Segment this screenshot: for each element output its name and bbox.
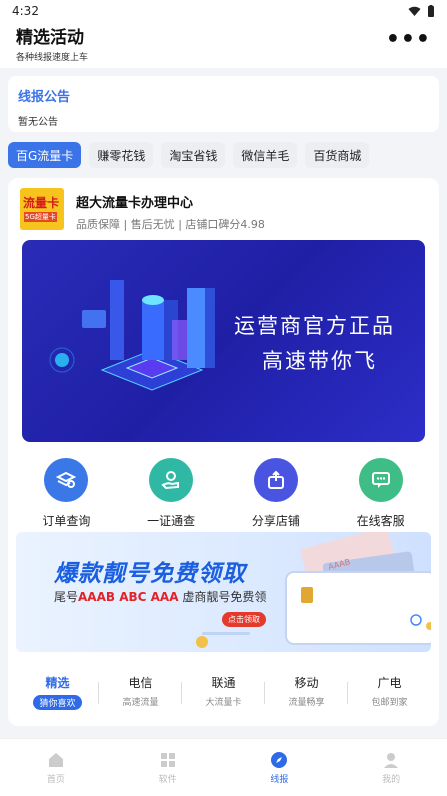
quick-action-id-check[interactable]: 一证通查 <box>126 458 216 532</box>
operator-tab-sub: 高速流量 <box>122 698 159 708</box>
user-icon <box>384 752 399 768</box>
promo-banner[interactable]: 爆款靓号免费领取 尾号AAAB ABC AAA 虚商靓号免费领 点击领取 AAA… <box>16 532 431 652</box>
hero-banner[interactable]: 运营商官方正品 高速带你飞 <box>22 240 425 442</box>
quick-action-label: 在线客服 <box>356 514 405 528</box>
quick-action-label: 订单查询 <box>42 514 91 528</box>
more-options-button[interactable]: ••• <box>386 29 431 51</box>
shop-logo-text: 流量卡 <box>23 196 60 210</box>
nav-deals[interactable]: 线报 <box>224 739 336 796</box>
operator-tab-mobile[interactable]: 移动 流量畅享 <box>265 674 348 710</box>
category-tab-mall[interactable]: 百货商城 <box>305 142 370 168</box>
page-title: 精选活动 <box>16 28 84 48</box>
share-box-icon <box>253 458 298 502</box>
promo-subtitle: 尾号AAAB ABC AAA 虚商靓号免费领 <box>54 588 266 605</box>
banner-line-2: 高速带你飞 <box>262 349 377 373</box>
promo-title: 爆款靓号免费领取 <box>54 561 246 587</box>
page-subtitle: 各种线报速度上车 <box>16 53 89 63</box>
operator-tab-name: 广电 <box>377 676 402 690</box>
shop-card: 流量卡 5G超量卡 超大流量卡办理中心 品质保障 | 售后无忧 | 店铺口碑分4… <box>8 178 439 726</box>
operator-tab-broadcast[interactable]: 广电 包邮到家 <box>348 674 431 710</box>
quick-actions: 订单查询 一证通查 分享店铺 在线客服 <box>8 442 439 532</box>
app-bar: 精选活动 各种线报速度上车 ••• <box>0 22 447 68</box>
promo-sub-prefix: 尾号 <box>54 590 79 604</box>
operator-tab-sub: 猜你喜欢 <box>33 695 82 710</box>
operator-tab-sub: 包邮到家 <box>371 698 408 708</box>
shop-name: 超大流量卡办理中心 <box>76 196 194 211</box>
hand-card-icon <box>149 458 194 502</box>
nav-label: 首页 <box>46 774 65 785</box>
nav-label: 线报 <box>270 774 289 785</box>
promo-sub-codes: AAAB ABC AAA <box>78 590 179 604</box>
category-tab-taobao-save[interactable]: 淘宝省钱 <box>161 142 226 168</box>
promo-claim-button[interactable]: 点击领取 <box>222 612 266 627</box>
operator-tab-sub: 大流量卡 <box>205 698 242 708</box>
grid-icon <box>160 752 175 767</box>
status-time: 4:32 <box>12 4 39 18</box>
promo-card-text-2: ABC <box>338 582 359 593</box>
shop-logo-subtext: 5G超量卡 <box>24 212 57 222</box>
shop-meta: 品质保障 | 售后无忧 | 店铺口碑分4.98 <box>76 218 265 231</box>
quick-action-share-shop[interactable]: 分享店铺 <box>231 458 321 532</box>
quick-action-order-query[interactable]: 订单查询 <box>21 458 111 532</box>
operator-tab-name: 移动 <box>294 676 319 690</box>
notice-text: 暂无公告 <box>18 117 58 128</box>
operator-tab-featured[interactable]: 精选 猜你喜欢 <box>16 674 99 710</box>
operator-tab-unicom[interactable]: 联通 大流量卡 <box>182 674 265 710</box>
nav-label: 我的 <box>382 774 401 785</box>
home-icon <box>48 752 63 767</box>
nav-software[interactable]: 软件 <box>112 739 224 796</box>
category-tab-wechat-deals[interactable]: 微信羊毛 <box>233 142 298 168</box>
shop-header[interactable]: 流量卡 5G超量卡 超大流量卡办理中心 品质保障 | 售后无忧 | 店铺口碑分4… <box>8 178 439 231</box>
promo-sub-suffix: 虚商靓号免费领 <box>182 590 267 604</box>
category-tab-pocket-money[interactable]: 赚零花钱 <box>89 142 154 168</box>
nav-label: 软件 <box>158 774 177 785</box>
promo-card-text-3: AAA <box>370 594 392 605</box>
chat-bubble-icon <box>358 458 403 502</box>
quick-action-online-service[interactable]: 在线客服 <box>336 458 426 532</box>
category-tab-traffic-card[interactable]: 百G流量卡 <box>8 142 82 168</box>
notice-panel[interactable]: 线报公告 暂无公告 <box>8 76 439 132</box>
shop-logo: 流量卡 5G超量卡 <box>20 188 64 230</box>
server-illustration-icon <box>49 280 215 391</box>
quick-action-label: 分享店铺 <box>251 514 300 528</box>
compass-icon <box>271 751 288 768</box>
nav-home[interactable]: 首页 <box>0 739 112 796</box>
operator-tab-name: 电信 <box>128 676 153 690</box>
wifi-icon <box>408 6 421 16</box>
battery-icon <box>428 5 434 17</box>
bottom-nav: 首页 软件 线报 我的 <box>0 738 447 796</box>
operator-tab-name: 精选 <box>45 676 70 690</box>
operator-tab-telecom[interactable]: 电信 高速流量 <box>99 674 182 710</box>
operator-tab-name: 联通 <box>211 676 236 690</box>
status-icons <box>408 5 435 17</box>
nav-profile[interactable]: 我的 <box>335 739 447 796</box>
quick-action-label: 一证通查 <box>147 514 196 528</box>
operator-tab-sub: 流量畅享 <box>288 698 325 708</box>
layers-search-icon <box>44 458 89 502</box>
status-bar: 4:32 <box>0 0 447 22</box>
banner-line-1: 运营商官方正品 <box>234 314 395 338</box>
notice-title: 线报公告 <box>18 90 71 105</box>
operator-tabs: 精选 猜你喜欢 电信 高速流量 联通 大流量卡 移动 流量畅享 广电 包邮到家 <box>8 674 439 710</box>
category-tabs: 百G流量卡 赚零花钱 淘宝省钱 微信羊毛 百货商城 <box>0 132 447 168</box>
